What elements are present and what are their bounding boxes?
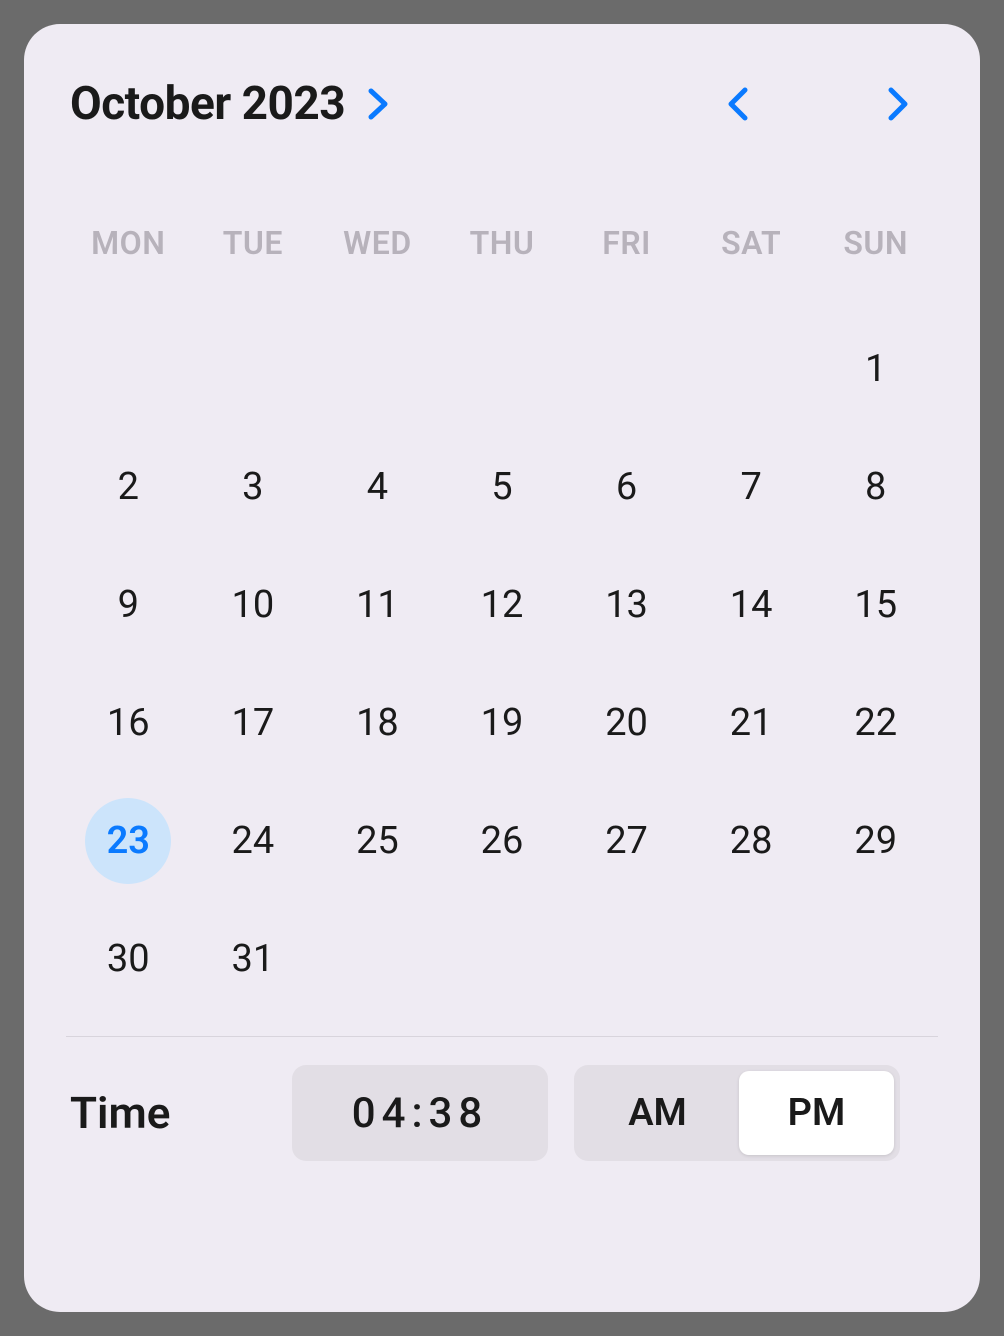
weekday-label: TUE [191, 224, 316, 262]
day-cell[interactable]: 2 [66, 428, 191, 546]
weekday-label: SUN [813, 224, 938, 262]
day-cell[interactable]: 12 [440, 546, 565, 664]
weekday-label: MON [66, 224, 191, 262]
day-cell[interactable]: 19 [440, 664, 565, 782]
datetime-picker: October 2023 MON TUE WED THU FRI SAT SUN… [24, 24, 980, 1312]
time-row: Time 04:38 AM PM [66, 1065, 938, 1161]
day-cell[interactable]: 25 [315, 782, 440, 900]
day-cell[interactable]: 17 [191, 664, 316, 782]
day-empty [689, 310, 814, 428]
prev-month-button[interactable] [698, 74, 778, 134]
weekday-header-row: MON TUE WED THU FRI SAT SUN [66, 224, 938, 262]
month-year-label[interactable]: October 2023 [70, 77, 345, 131]
divider [66, 1036, 938, 1037]
day-cell[interactable]: 18 [315, 664, 440, 782]
day-cell[interactable]: 23 [66, 782, 191, 900]
weekday-label: FRI [564, 224, 689, 262]
day-cell[interactable]: 30 [66, 900, 191, 1018]
day-cell[interactable]: 27 [564, 782, 689, 900]
weekday-label: SAT [689, 224, 814, 262]
day-cell[interactable]: 4 [315, 428, 440, 546]
day-empty [191, 310, 316, 428]
day-cell[interactable]: 14 [689, 546, 814, 664]
day-cell[interactable]: 13 [564, 546, 689, 664]
time-value-button[interactable]: 04:38 [292, 1065, 548, 1161]
day-cell[interactable]: 21 [689, 664, 814, 782]
weekday-label: THU [440, 224, 565, 262]
day-cell[interactable]: 8 [813, 428, 938, 546]
am-button[interactable]: AM [580, 1071, 735, 1155]
time-label: Time [66, 1087, 266, 1139]
day-cell[interactable]: 31 [191, 900, 316, 1018]
day-cell[interactable]: 26 [440, 782, 565, 900]
day-cell[interactable]: 6 [564, 428, 689, 546]
day-empty [440, 310, 565, 428]
day-cell[interactable]: 20 [564, 664, 689, 782]
calendar-grid: 1234567891011121314151617181920212223242… [66, 310, 938, 1018]
day-cell[interactable]: 28 [689, 782, 814, 900]
month-dropdown-icon[interactable] [365, 85, 391, 123]
day-cell[interactable]: 22 [813, 664, 938, 782]
day-cell[interactable]: 7 [689, 428, 814, 546]
day-cell[interactable]: 16 [66, 664, 191, 782]
day-cell[interactable]: 10 [191, 546, 316, 664]
calendar-header: October 2023 [66, 74, 938, 134]
day-cell[interactable]: 3 [191, 428, 316, 546]
day-empty [66, 310, 191, 428]
day-cell[interactable]: 9 [66, 546, 191, 664]
day-cell[interactable]: 1 [813, 310, 938, 428]
ampm-toggle: AM PM [574, 1065, 900, 1161]
day-empty [564, 310, 689, 428]
weekday-label: WED [315, 224, 440, 262]
day-cell[interactable]: 11 [315, 546, 440, 664]
next-month-button[interactable] [858, 74, 938, 134]
day-empty [315, 310, 440, 428]
pm-button[interactable]: PM [739, 1071, 894, 1155]
day-cell[interactable]: 24 [191, 782, 316, 900]
day-cell[interactable]: 29 [813, 782, 938, 900]
day-cell[interactable]: 15 [813, 546, 938, 664]
day-cell[interactable]: 5 [440, 428, 565, 546]
